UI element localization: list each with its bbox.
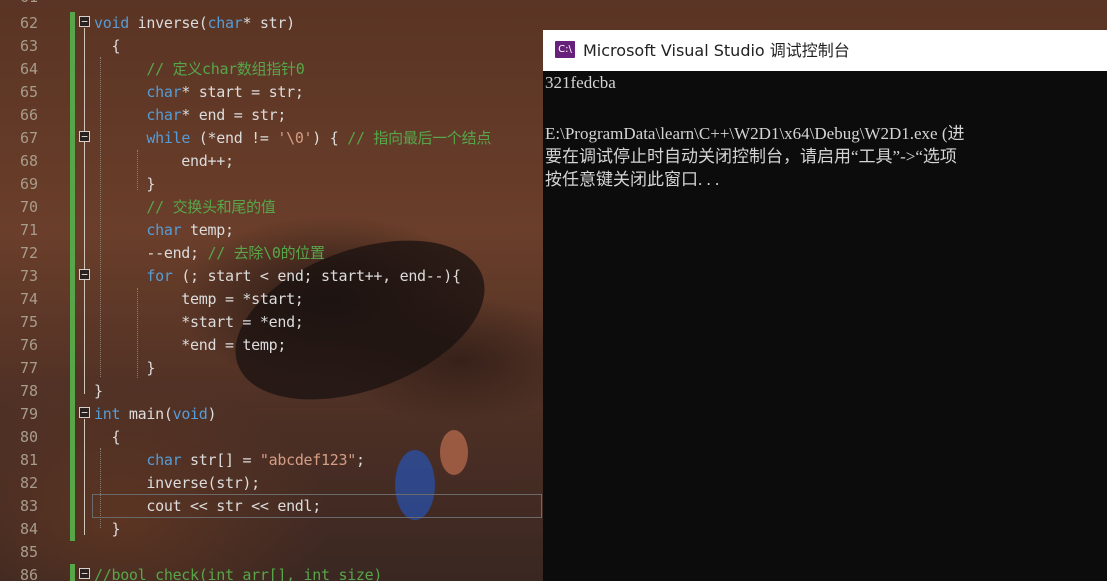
line-number: 68 (19, 151, 38, 170)
code-line[interactable]: 68 end++; (0, 149, 545, 172)
code-text: inverse(str); (94, 473, 260, 492)
line-number: 82 (19, 473, 38, 492)
code-line[interactable]: 86 −//bool check(int arr[], int size) (0, 563, 545, 581)
code-text: int main(void) (94, 404, 217, 423)
console-output-line: 按任意键关闭此窗口. . . (545, 170, 720, 189)
line-number: 76 (19, 335, 38, 354)
line-number: 66 (19, 105, 38, 124)
line-number-partial: 61 (0, 0, 38, 6)
line-number: 62 (19, 13, 38, 32)
line-number: 74 (19, 289, 38, 308)
code-line[interactable]: 63 { (0, 34, 545, 57)
line-number: 78 (19, 381, 38, 400)
line-number: 69 (19, 174, 38, 193)
line-number: 75 (19, 312, 38, 331)
code-text: } (94, 381, 103, 400)
fold-toggle-icon[interactable]: − (79, 568, 90, 579)
code-text: } (94, 358, 156, 377)
code-text: { (94, 36, 121, 55)
code-line[interactable]: 66 char* end = str; (0, 103, 545, 126)
fold-toggle-icon[interactable]: − (79, 407, 90, 418)
code-line[interactable]: 73 − for (; start < end; start++, end--){ (0, 264, 545, 287)
line-number: 67 (19, 128, 38, 147)
code-text: while (*end != '\0') { // 指向最后一个结点 (146, 129, 492, 147)
code-line[interactable]: 80 { (0, 425, 545, 448)
code-line[interactable]: 67 − while (*end != '\0') { // 指向最后一个结点 (0, 126, 545, 149)
line-number: 70 (19, 197, 38, 216)
code-text: // 定义char数组指针0 (146, 60, 305, 78)
code-line[interactable]: 70 // 交换头和尾的值 (0, 195, 545, 218)
code-line[interactable]: 69 } (0, 172, 545, 195)
line-number: 84 (19, 519, 38, 538)
line-number: 72 (19, 243, 38, 262)
code-text: } (94, 519, 121, 538)
code-text: char* start = str; (146, 82, 304, 101)
line-number: 64 (19, 59, 38, 78)
code-text: { (94, 427, 121, 446)
fold-toggle-icon[interactable]: − (79, 16, 90, 27)
console-output-line: 要在调试停止时自动关闭控制台，请启用“工具”->“选项 (545, 147, 957, 166)
code-text: char* end = str; (146, 105, 287, 124)
code-line[interactable]: 76 *end = temp; (0, 333, 545, 356)
code-line[interactable]: 77 } (0, 356, 545, 379)
fold-toggle-icon[interactable]: − (79, 131, 90, 142)
line-number: 81 (19, 450, 38, 469)
line-number: 65 (19, 82, 38, 101)
code-line[interactable]: 81 char str[] = "abcdef123"; (0, 448, 545, 471)
line-number: 86 (19, 565, 38, 581)
code-text: for (; start < end; start++, end--){ (146, 266, 461, 285)
code-text: char temp; (146, 220, 234, 239)
code-line[interactable]: 79 − int main(void) (0, 402, 545, 425)
console-app-icon: C:\ (555, 41, 575, 58)
code-text: *end = temp; (94, 335, 287, 354)
code-line[interactable]: 78} (0, 379, 545, 402)
line-number: 79 (19, 404, 38, 423)
code-line[interactable]: 72 --end; // 去除\0的位置 (0, 241, 545, 264)
console-title: Microsoft Visual Studio 调试控制台 (583, 41, 850, 60)
code-line[interactable]: 75 *start = *end; (0, 310, 545, 333)
current-line-highlight (92, 494, 542, 518)
code-line[interactable]: 74 temp = *start; (0, 287, 545, 310)
line-number: 63 (19, 36, 38, 55)
code-text: //bool check(int arr[], int size) (94, 565, 383, 581)
code-text: end++; (94, 151, 234, 170)
code-line[interactable]: 62 − void inverse(char* str) (0, 11, 545, 34)
line-number: 83 (19, 496, 38, 515)
code-text: void inverse(char* str) (94, 13, 295, 32)
code-line[interactable]: 64 // 定义char数组指针0 (0, 57, 545, 80)
fold-toggle-icon[interactable]: − (79, 269, 90, 280)
code-text: *start = *end; (94, 312, 304, 331)
debug-console-window[interactable]: C:\ Microsoft Visual Studio 调试控制台 321fed… (543, 30, 1107, 581)
code-text: char str[] = "abcdef123"; (146, 450, 365, 469)
code-text: --end; // 去除\0的位置 (94, 244, 325, 262)
code-line[interactable]: 71 char temp; (0, 218, 545, 241)
line-number: 71 (19, 220, 38, 239)
line-number: 80 (19, 427, 38, 446)
code-line[interactable]: 82 inverse(str); (0, 471, 545, 494)
code-text: temp = *start; (94, 289, 304, 308)
code-text: } (94, 174, 156, 193)
line-number: 73 (19, 266, 38, 285)
code-line[interactable]: 85 (0, 540, 545, 563)
line-number: 77 (19, 358, 38, 377)
line-number: 85 (19, 542, 38, 561)
console-output-line: E:\ProgramData\learn\C++\W2D1\x64\Debug\… (545, 124, 965, 143)
console-output-line: 321fedcba (545, 73, 616, 92)
code-line[interactable]: 65 char* start = str; (0, 80, 545, 103)
code-text: // 交换头和尾的值 (146, 198, 276, 216)
code-line[interactable]: 84 } (0, 517, 545, 540)
console-titlebar[interactable]: C:\ Microsoft Visual Studio 调试控制台 (543, 30, 1107, 71)
